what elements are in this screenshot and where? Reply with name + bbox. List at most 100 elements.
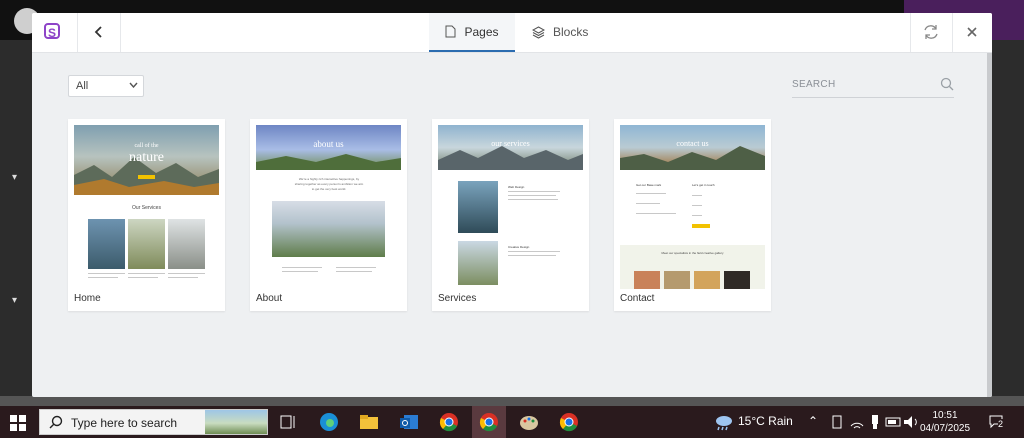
preview-cta-button (692, 224, 710, 228)
notification-count: 2 (998, 419, 1004, 429)
preview-text-line (168, 273, 205, 274)
preview-image (168, 219, 205, 269)
template-card-label: About (256, 293, 283, 304)
template-card-about[interactable]: about us We're a highly rich interactive… (250, 119, 407, 311)
volume-icon[interactable] (900, 411, 922, 433)
preview-hero-title: about us (313, 139, 344, 149)
preview-intro-text: We're a highly rich interactive happenin… (294, 177, 364, 191)
preview-image (128, 219, 165, 269)
background-right-panel (992, 40, 1024, 406)
rain-cloud-icon[interactable] (712, 411, 734, 433)
preview-hero-image: our services (438, 125, 583, 170)
preview-text-line (508, 195, 556, 196)
preview-portrait (634, 271, 660, 289)
preview-text-line (128, 273, 165, 274)
preview-hero-image: contact us (620, 125, 765, 170)
template-card-home[interactable]: call of the nature Our Services Home (68, 119, 225, 311)
template-card-label: Home (74, 293, 101, 304)
paint-icon[interactable] (518, 411, 540, 433)
template-card-services[interactable]: our services Web Design Creative Design … (432, 119, 589, 311)
page-icon (445, 25, 456, 38)
search-placeholder: SEARCH (792, 79, 836, 90)
preview-portrait (664, 271, 690, 289)
background-horizontal-scrollbar[interactable] (0, 396, 1024, 406)
header-divider (910, 13, 911, 52)
taskbar-clock[interactable]: 10:51 04/07/2025 (920, 409, 970, 435)
modal-header: S Pages Blocks (32, 13, 992, 53)
preview-text-line (508, 251, 560, 252)
preview-image (458, 241, 498, 285)
search-icon[interactable] (940, 77, 954, 91)
preview-cta-button (138, 175, 155, 179)
preview-text-line (508, 191, 560, 192)
preview-item-title: Creative Design (508, 245, 530, 249)
tab-blocks-label: Blocks (553, 25, 589, 39)
preview-text-line (336, 267, 376, 268)
windows-taskbar: Type here to search 15°C Rain ⌃ 10:51 04… (0, 406, 1024, 438)
filter-selected-value: All (76, 80, 89, 92)
template-search-input[interactable]: SEARCH (792, 75, 954, 98)
search-icon (49, 415, 63, 429)
preview-text-line (692, 215, 702, 216)
back-chevron-icon[interactable] (88, 21, 110, 43)
template-library-modal: S Pages Blocks All SEARCH call of the na… (32, 13, 992, 397)
preview-text-line (508, 199, 558, 200)
header-divider (77, 13, 78, 52)
chevron-up-icon[interactable]: ⌃ (808, 414, 818, 428)
taskbar-search-box[interactable]: Type here to search (39, 409, 268, 435)
preview-hero-title: contact us (676, 139, 709, 148)
preview-portrait (694, 271, 720, 289)
close-icon[interactable] (961, 21, 983, 43)
preview-section-title: Our Services (132, 205, 161, 211)
sync-icon[interactable] (920, 21, 942, 43)
preview-hero-title: nature (129, 150, 164, 165)
background-sidebar: ▾ ▾ (0, 40, 32, 406)
outlook-icon[interactable] (398, 411, 420, 433)
collapse-arrow-icon: ▾ (12, 295, 18, 306)
chrome-icon[interactable] (478, 411, 500, 433)
modal-scrollbar[interactable] (987, 53, 992, 397)
template-card-label: Services (438, 293, 477, 304)
task-view-icon[interactable] (277, 411, 299, 433)
preview-text-line (692, 205, 702, 206)
taskbar-search-placeholder: Type here to search (71, 416, 178, 430)
clock-date: 04/07/2025 (920, 423, 971, 434)
header-divider (120, 13, 121, 52)
chevron-down-icon (129, 82, 138, 88)
preview-column-title: Get our Base mark (636, 183, 662, 187)
preview-portrait (724, 271, 750, 289)
chrome-icon[interactable] (558, 411, 580, 433)
windows-start-icon[interactable] (10, 415, 26, 431)
template-preview-services: our services Web Design Creative Design (438, 125, 583, 289)
search-highlight-image (205, 410, 267, 434)
preview-text-line (636, 203, 660, 204)
template-card-contact[interactable]: contact us Get our Base mark Let's get i… (614, 119, 771, 311)
tab-pages[interactable]: Pages (429, 13, 515, 52)
file-explorer-icon[interactable] (358, 411, 380, 433)
header-divider (952, 13, 953, 52)
collapse-arrow-icon: ▾ (12, 172, 18, 183)
preview-text-line (282, 267, 322, 268)
preview-text-line (282, 271, 318, 272)
preview-hero-image: call of the nature (74, 125, 219, 195)
category-filter-select[interactable]: All (68, 75, 144, 97)
phone-link-icon[interactable] (826, 411, 848, 433)
template-preview-contact: contact us Get our Base mark Let's get i… (620, 125, 765, 289)
preview-text-line (636, 213, 676, 214)
brand-logo-icon: S (44, 23, 60, 40)
template-preview-home: call of the nature Our Services (74, 125, 219, 289)
preview-hero-image: about us (256, 125, 401, 170)
template-preview-about: about us We're a highly rich interactive… (256, 125, 401, 289)
preview-image (458, 181, 498, 233)
notification-center[interactable]: 2 (988, 413, 1006, 429)
preview-cta-text: Meet our specialists in the field creati… (661, 251, 724, 255)
preview-text-line (336, 271, 372, 272)
clock-time: 10:51 (932, 410, 958, 421)
preview-text-line (88, 277, 118, 278)
chrome-icon[interactable] (438, 411, 460, 433)
edge-browser-icon[interactable] (318, 411, 340, 433)
tab-blocks[interactable]: Blocks (532, 13, 588, 51)
template-card-label: Contact (620, 293, 655, 304)
weather-text[interactable]: 15°C Rain (738, 414, 793, 428)
preview-text-line (128, 277, 158, 278)
